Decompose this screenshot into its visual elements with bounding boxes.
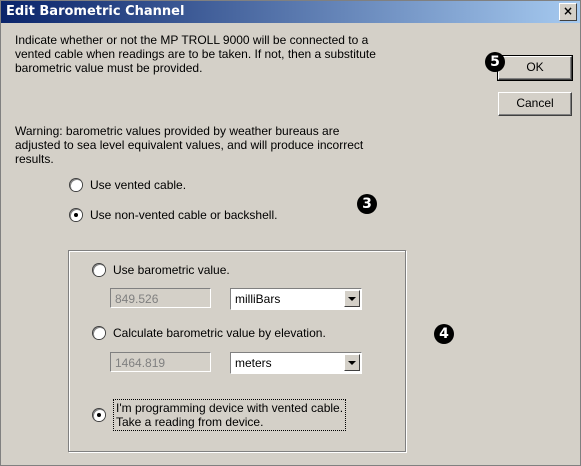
- close-button[interactable]: ×: [559, 3, 577, 21]
- radio-label: I'm programming device with vented cable…: [113, 399, 347, 431]
- radio-button-icon[interactable]: [93, 264, 105, 276]
- barometric-value-input[interactable]: 849.526: [110, 288, 211, 308]
- warning-text: Warning: barometric values provided by w…: [15, 124, 364, 166]
- radio-button-icon[interactable]: [70, 209, 82, 221]
- barometric-unit-value: milliBars: [235, 292, 281, 306]
- radio-non-vented-cable[interactable]: Use non-vented cable or backshell.: [70, 208, 277, 222]
- barometric-unit-select[interactable]: milliBars: [230, 288, 362, 310]
- callout-badge-4: 4: [434, 324, 454, 344]
- radio-label: Use vented cable.: [90, 178, 187, 192]
- radio-button-icon[interactable]: [93, 327, 105, 339]
- radio-calculate-by-elevation[interactable]: Calculate barometric value by elevation.: [93, 326, 326, 340]
- radio-label: Use non-vented cable or backshell.: [90, 208, 278, 222]
- dialog-window: Edit Barometric Channel × Indicate wheth…: [0, 0, 581, 466]
- description-text: Indicate whether or not the MP TROLL 900…: [15, 33, 376, 75]
- elevation-value-input[interactable]: 1464.819: [110, 352, 211, 372]
- callout-badge-3: 3: [357, 194, 377, 214]
- elevation-unit-select[interactable]: meters: [230, 352, 362, 374]
- cancel-button[interactable]: Cancel: [498, 92, 572, 116]
- radio-button-icon[interactable]: [93, 409, 105, 421]
- radio-vented-device-reading[interactable]: I'm programming device with vented cable…: [93, 399, 347, 431]
- radio-button-icon[interactable]: [70, 179, 82, 191]
- ok-button[interactable]: OK: [497, 55, 573, 81]
- elevation-unit-value: meters: [235, 356, 272, 370]
- radio-label: Use barometric value.: [113, 263, 230, 277]
- radio-vented-cable[interactable]: Use vented cable.: [70, 178, 186, 192]
- window-title: Edit Barometric Channel: [6, 4, 185, 19]
- radio-use-barometric-value[interactable]: Use barometric value.: [93, 263, 230, 277]
- radio-label: Calculate barometric value by elevation.: [113, 326, 326, 340]
- chevron-down-icon[interactable]: [344, 354, 360, 371]
- chevron-down-icon[interactable]: [344, 290, 360, 307]
- title-bar[interactable]: Edit Barometric Channel ×: [1, 1, 580, 23]
- callout-badge-5: 5: [485, 52, 505, 72]
